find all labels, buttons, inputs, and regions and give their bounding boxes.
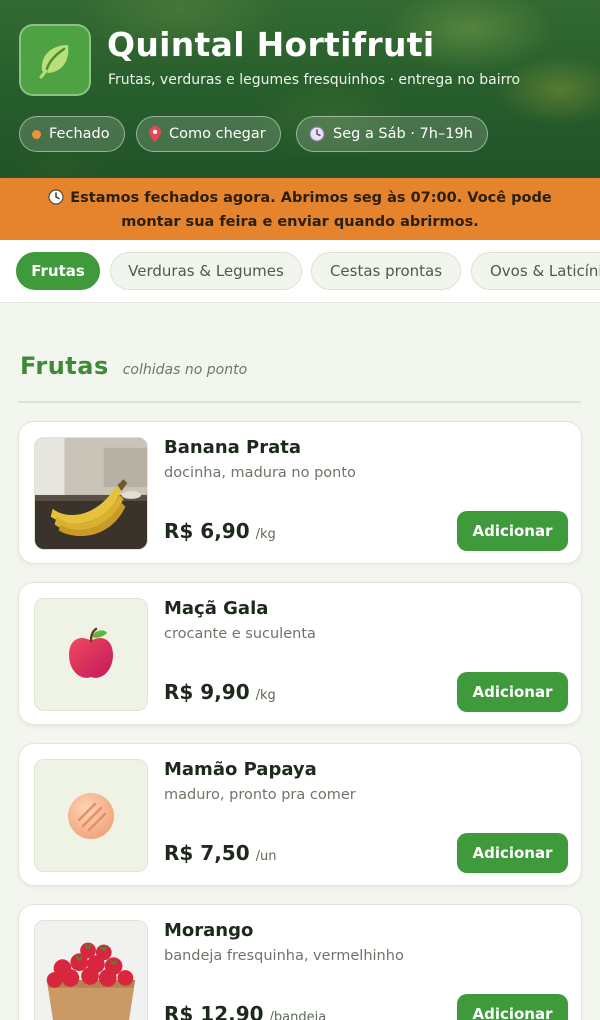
product-name: Maçã Gala [164, 598, 269, 619]
banana-photo [34, 437, 148, 550]
product-name: Mamão Papaya [164, 759, 317, 780]
section-header: Frutas colhidas no ponto [20, 352, 247, 380]
section-title: Frutas [20, 352, 109, 380]
category-tabs: Frutas Verduras & Legumes Cestas prontas… [0, 240, 600, 303]
product-description: crocante e suculenta [164, 626, 316, 642]
product-name: Banana Prata [164, 437, 302, 458]
store-tagline: Frutas, verduras e legumes fresquinhos ·… [108, 72, 521, 88]
directions-label: Como chegar [169, 126, 266, 142]
closed-notice-banner: Estamos fechados agora. Abrimos seg às 0… [0, 178, 600, 240]
price-value: R$ 6,90 [164, 519, 250, 543]
clock-icon [309, 126, 325, 142]
add-to-cart-button[interactable]: Adicionar [457, 994, 568, 1020]
add-to-cart-button[interactable]: Adicionar [457, 833, 568, 873]
price-unit: /bandeja [269, 1010, 327, 1020]
strawberry-photo [34, 920, 148, 1020]
leaf-icon [19, 24, 91, 96]
store-header: Quintal Hortifruti Frutas, verduras e le… [0, 0, 600, 178]
hours-pill[interactable]: Seg a Sáb · 7h–19h [296, 116, 488, 152]
product-name: Morango [164, 920, 254, 941]
map-pin-icon [149, 126, 161, 142]
status-dot-icon [32, 129, 41, 139]
price-value: R$ 7,50 [164, 841, 250, 865]
price-unit: /un [255, 849, 277, 864]
product-card: Mamão Papaya maduro, pronto pra comer R$… [18, 743, 582, 886]
tab-frutas[interactable]: Frutas [16, 252, 100, 290]
price-unit: /kg [255, 688, 276, 703]
status-label: Fechado [49, 126, 110, 142]
papaya-icon [34, 759, 148, 872]
store-name: Quintal Hortifruti [107, 25, 435, 64]
product-description: docinha, madura no ponto [164, 465, 356, 481]
product-price: R$ 7,50 /un [164, 841, 276, 865]
add-to-cart-button[interactable]: Adicionar [457, 672, 568, 712]
product-card: Maçã Gala crocante e suculenta R$ 9,90 /… [18, 582, 582, 725]
section-divider [18, 401, 581, 403]
hours-label: Seg a Sáb · 7h–19h [333, 126, 473, 142]
clock-icon [48, 189, 64, 212]
directions-button[interactable]: Como chegar [136, 116, 281, 152]
product-card: Banana Prata docinha, madura no ponto R$… [18, 421, 582, 564]
section-subtitle: colhidas no ponto [122, 362, 248, 378]
price-unit: /kg [255, 527, 276, 542]
tab-cestas-prontas[interactable]: Cestas prontas [311, 252, 461, 290]
product-price: R$ 6,90 /kg [164, 519, 276, 543]
product-description: maduro, pronto pra comer [164, 787, 356, 803]
price-value: R$ 9,90 [164, 680, 250, 704]
product-price: R$ 12,90 /bandeja [164, 1002, 326, 1020]
tab-ovos-laticinios[interactable]: Ovos & Laticínios [471, 252, 600, 290]
add-to-cart-button[interactable]: Adicionar [457, 511, 568, 551]
tab-verduras-legumes[interactable]: Verduras & Legumes [110, 252, 302, 290]
status-pill[interactable]: Fechado [19, 116, 125, 152]
apple-icon [34, 598, 148, 711]
closed-notice-text: Estamos fechados agora. Abrimos seg às 0… [70, 190, 552, 230]
price-value: R$ 12,90 [164, 1002, 264, 1020]
product-card: Morango bandeja fresquinha, vermelhinho … [18, 904, 582, 1020]
product-price: R$ 9,90 /kg [164, 680, 276, 704]
product-description: bandeja fresquinha, vermelhinho [164, 948, 404, 964]
